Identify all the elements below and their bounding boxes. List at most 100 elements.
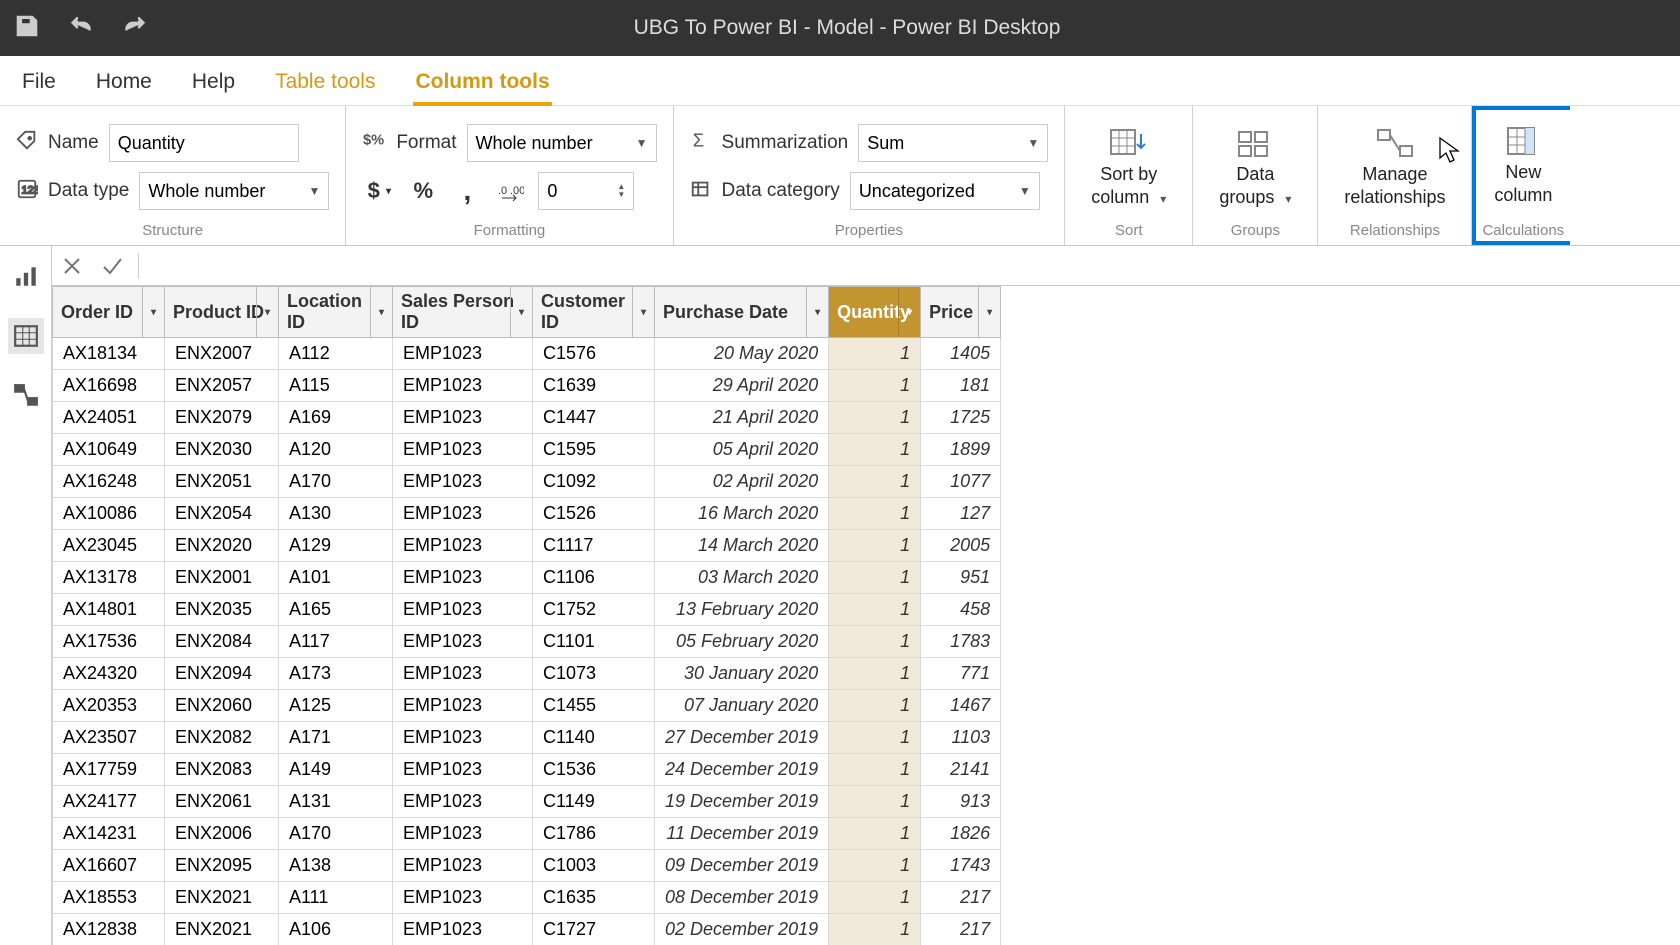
tab-file[interactable]: File	[20, 60, 58, 102]
cell[interactable]: 11 December 2019	[655, 818, 829, 850]
cancel-formula-button[interactable]	[52, 246, 92, 286]
cell[interactable]: C1101	[533, 626, 655, 658]
cell[interactable]: ENX2060	[165, 690, 279, 722]
cell[interactable]: 1	[829, 594, 921, 626]
column-filter-customer[interactable]: ▾	[632, 287, 654, 337]
summarization-select[interactable]: Sum ▼	[858, 124, 1048, 162]
cell[interactable]: ENX2084	[165, 626, 279, 658]
cell[interactable]: ENX2061	[165, 786, 279, 818]
cell[interactable]: ENX2083	[165, 754, 279, 786]
cell[interactable]: 1	[829, 658, 921, 690]
cell[interactable]: ENX2057	[165, 370, 279, 402]
cell[interactable]: 30 January 2020	[655, 658, 829, 690]
cell[interactable]: AX16607	[53, 850, 165, 882]
cell[interactable]: 1405	[921, 338, 1001, 370]
table-row[interactable]: AX24177ENX2061A131EMP1023C114919 Decembe…	[53, 786, 1001, 818]
cell[interactable]: ENX2001	[165, 562, 279, 594]
cell[interactable]: ENX2006	[165, 818, 279, 850]
table-row[interactable]: AX23045ENX2020A129EMP1023C111714 March 2…	[53, 530, 1001, 562]
column-header-sales[interactable]: Sales Person ID▾	[393, 287, 533, 338]
tab-columntools[interactable]: Column tools	[413, 60, 551, 106]
cell[interactable]: ENX2079	[165, 402, 279, 434]
column-filter-sales[interactable]: ▾	[510, 287, 532, 337]
cell[interactable]: AX18134	[53, 338, 165, 370]
cell[interactable]: 1	[829, 754, 921, 786]
redo-icon[interactable]	[122, 13, 148, 44]
cell[interactable]: AX13178	[53, 562, 165, 594]
cell[interactable]: A106	[279, 914, 393, 945]
column-filter-qty[interactable]: ▾	[898, 287, 920, 337]
cell[interactable]: 1	[829, 370, 921, 402]
cell[interactable]: C1786	[533, 818, 655, 850]
cell[interactable]: A165	[279, 594, 393, 626]
cell[interactable]: C1073	[533, 658, 655, 690]
cell[interactable]: C1727	[533, 914, 655, 945]
cell[interactable]: C1106	[533, 562, 655, 594]
table-row[interactable]: AX14801ENX2035A165EMP1023C175213 Februar…	[53, 594, 1001, 626]
cell[interactable]: 2005	[921, 530, 1001, 562]
cell[interactable]: C1092	[533, 466, 655, 498]
cell[interactable]: A129	[279, 530, 393, 562]
cell[interactable]: 07 January 2020	[655, 690, 829, 722]
cell[interactable]: C1140	[533, 722, 655, 754]
cell[interactable]: EMP1023	[393, 754, 533, 786]
cell[interactable]: 1	[829, 818, 921, 850]
column-header-order[interactable]: Order ID▾	[53, 287, 165, 338]
cell[interactable]: 16 March 2020	[655, 498, 829, 530]
cell[interactable]: AX24177	[53, 786, 165, 818]
cell[interactable]: C1635	[533, 882, 655, 914]
data-groups-button[interactable]: Data groups ▾	[1209, 122, 1301, 212]
cell[interactable]: 1467	[921, 690, 1001, 722]
column-filter-location[interactable]: ▾	[370, 287, 392, 337]
cell[interactable]: 29 April 2020	[655, 370, 829, 402]
cell[interactable]: A130	[279, 498, 393, 530]
cell[interactable]: 13 February 2020	[655, 594, 829, 626]
cell[interactable]: A115	[279, 370, 393, 402]
column-filter-date[interactable]: ▾	[806, 287, 828, 337]
cell[interactable]: EMP1023	[393, 434, 533, 466]
cell[interactable]: EMP1023	[393, 338, 533, 370]
cell[interactable]: 27 December 2019	[655, 722, 829, 754]
table-row[interactable]: AX17536ENX2084A117EMP1023C110105 Februar…	[53, 626, 1001, 658]
cell[interactable]: C1639	[533, 370, 655, 402]
cell[interactable]: EMP1023	[393, 626, 533, 658]
cell[interactable]: 1	[829, 402, 921, 434]
cell[interactable]: A171	[279, 722, 393, 754]
manage-relationships-button[interactable]: Manage relationships	[1334, 122, 1455, 212]
cell[interactable]: 1	[829, 530, 921, 562]
cell[interactable]: ENX2035	[165, 594, 279, 626]
cell[interactable]: 217	[921, 914, 1001, 945]
cell[interactable]: A117	[279, 626, 393, 658]
cell[interactable]: 2141	[921, 754, 1001, 786]
cell[interactable]: 1	[829, 850, 921, 882]
cell[interactable]: 02 December 2019	[655, 914, 829, 945]
cell[interactable]: 1	[829, 626, 921, 658]
cell[interactable]: 08 December 2019	[655, 882, 829, 914]
commit-formula-button[interactable]	[92, 246, 132, 286]
cell[interactable]: 1	[829, 338, 921, 370]
cell[interactable]: 19 December 2019	[655, 786, 829, 818]
data-grid[interactable]: Order ID▾Product ID▾Location ID▾Sales Pe…	[52, 286, 1680, 945]
currency-button[interactable]: $ ▾	[362, 174, 396, 208]
cell[interactable]: AX12838	[53, 914, 165, 945]
cell[interactable]: C1149	[533, 786, 655, 818]
cell[interactable]: EMP1023	[393, 914, 533, 945]
undo-icon[interactable]	[68, 13, 94, 44]
cell[interactable]: A149	[279, 754, 393, 786]
cell[interactable]: EMP1023	[393, 882, 533, 914]
table-row[interactable]: AX12838ENX2021A106EMP1023C172702 Decembe…	[53, 914, 1001, 945]
cell[interactable]: 1	[829, 722, 921, 754]
column-filter-order[interactable]: ▾	[142, 287, 164, 337]
tab-help[interactable]: Help	[190, 60, 237, 102]
cell[interactable]: EMP1023	[393, 658, 533, 690]
cell[interactable]: AX17759	[53, 754, 165, 786]
cell[interactable]: 1	[829, 562, 921, 594]
cell[interactable]: EMP1023	[393, 466, 533, 498]
table-row[interactable]: AX16698ENX2057A115EMP1023C163929 April 2…	[53, 370, 1001, 402]
cell[interactable]: AX24320	[53, 658, 165, 690]
column-header-customer[interactable]: Customer ID▾	[533, 287, 655, 338]
cell[interactable]: AX20353	[53, 690, 165, 722]
cell[interactable]: 1743	[921, 850, 1001, 882]
cell[interactable]: A125	[279, 690, 393, 722]
cell[interactable]: A170	[279, 818, 393, 850]
